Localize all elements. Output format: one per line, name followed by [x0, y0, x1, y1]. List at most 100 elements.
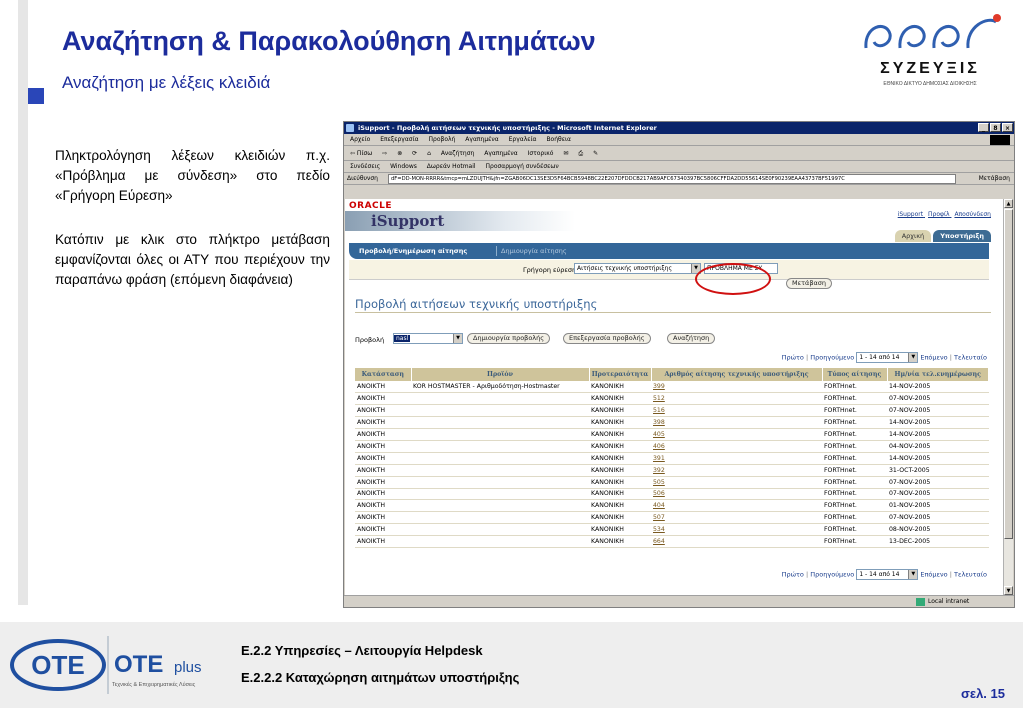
back-button[interactable]: ⇦ Πίσω [350, 150, 372, 157]
pager-next[interactable]: Επόμενο [920, 571, 947, 579]
search-button[interactable]: Αναζήτηση [441, 150, 475, 157]
quick-find-type-select[interactable]: Αιτήσεις τεχνικής υποστήριξης ▼ [574, 263, 701, 274]
cell-request-number[interactable]: 512 [651, 392, 822, 406]
cell-product [411, 535, 589, 548]
table-row: ΑΝΟΙΚΤΗ ΚΑΝΟΝΙΚΗ 392 FORTHnet. 31-OCT-2005 [355, 464, 989, 477]
link-profile[interactable]: Προφίλ [928, 211, 950, 218]
pager-next[interactable]: Επόμενο [920, 354, 947, 362]
cell-last-update: 04-NOV-2005 [887, 440, 989, 453]
tab-support[interactable]: Υποστήριξη [933, 230, 991, 242]
pager-first[interactable]: Πρώτο [782, 571, 804, 579]
scroll-down-arrow-icon[interactable]: ▼ [1004, 586, 1013, 595]
search-view-button[interactable]: Αναζήτηση [667, 333, 716, 344]
link-hotmail[interactable]: Δωρεάν Hotmail [427, 163, 476, 170]
link-isupport[interactable]: iSupport [898, 211, 923, 218]
pager-last[interactable]: Τελευταίο [954, 571, 987, 579]
pager-prev[interactable]: Προηγούμενο [810, 354, 854, 362]
col-last-update[interactable]: Ημ/νία τελ.ενημέρωσης [887, 368, 989, 381]
col-product[interactable]: Προϊόν [411, 368, 590, 381]
pager-first[interactable]: Πρώτο [782, 354, 804, 362]
cell-request-number[interactable]: 507 [651, 511, 822, 525]
edit-view-button[interactable]: Επεξεργασία προβολής [563, 333, 651, 344]
favorites-button[interactable]: Αγαπημένα [484, 150, 517, 157]
minimize-button[interactable]: _ [978, 123, 989, 132]
quick-find-type-value: Αιτήσεις τεχνικής υποστήριξης [577, 265, 673, 272]
cell-request-number[interactable]: 505 [651, 476, 822, 489]
cell-product [411, 428, 589, 441]
address-input[interactable]: dF=DD-MON-RRRR&tmcp=mLZDUJTH&jfn=ZGAB06D… [388, 174, 956, 184]
menu-view[interactable]: Προβολή [429, 136, 456, 143]
col-status[interactable]: Κατάσταση [355, 368, 412, 381]
cell-request-type: FORTHnet. [822, 535, 887, 548]
scroll-thumb[interactable] [1004, 209, 1013, 539]
cell-request-number[interactable]: 664 [651, 535, 822, 548]
cell-request-number[interactable]: 404 [651, 499, 822, 513]
col-request-type[interactable]: Τύπος αίτησης [822, 368, 888, 381]
link-logout[interactable]: Αποσύνδεση [954, 211, 991, 218]
cell-request-number[interactable]: 391 [651, 452, 822, 465]
cell-priority: ΚΑΝΟΝΙΚΗ [589, 535, 651, 548]
cell-status: ΑΝΟΙΚΤΗ [355, 404, 411, 418]
cell-product [411, 416, 589, 430]
menu-tools[interactable]: Εργαλεία [509, 136, 537, 143]
col-request-number[interactable]: Αριθμός αίτησης τεχνικής υποστήριξης [651, 368, 823, 381]
cell-request-number[interactable]: 534 [651, 523, 822, 537]
maximize-button[interactable]: 8 [990, 123, 1001, 132]
vertical-scrollbar[interactable]: ▲ ▼ [1003, 199, 1013, 595]
scroll-up-arrow-icon[interactable]: ▲ [1004, 199, 1013, 208]
browser-window: iSupport - Προβολή αιτήσεων τεχνικής υπο… [343, 121, 1015, 608]
pager-prev[interactable]: Προηγούμενο [810, 571, 854, 579]
create-view-button[interactable]: Δημιουργία προβολής [467, 333, 551, 344]
cell-request-number[interactable]: 398 [651, 416, 822, 430]
pager-range-select[interactable]: 1 - 14 από 14 ▼ [856, 569, 919, 580]
cell-request-number[interactable]: 399 [651, 381, 822, 394]
edit-icon[interactable]: ✎ [593, 150, 598, 157]
menu-favorites[interactable]: Αγαπημένα [465, 136, 498, 143]
syzefxis-logo: ΣΥΖΕΥΞΙΣ ΕΘΝΙΚΟ ΔΙΚΤΥΟ ΔΗΜΟΣΙΑΣ ΔΙΟΙΚΗΣΗ… [856, 8, 1006, 92]
menu-edit[interactable]: Επεξεργασία [380, 136, 418, 143]
forward-button[interactable]: ⇨ [382, 150, 387, 157]
stop-icon[interactable]: ⊗ [397, 150, 402, 157]
quick-find-go-button[interactable]: Μετάβαση [786, 278, 832, 289]
refresh-icon[interactable]: ⟳ [412, 150, 417, 157]
mail-icon[interactable]: ✉ [563, 150, 568, 157]
quick-find-label: Γρήγορη εύρεση [523, 266, 577, 274]
tab-home[interactable]: Αρχική [894, 230, 932, 242]
cell-last-update: 31-OCT-2005 [887, 464, 989, 477]
cell-priority: ΚΑΝΟΝΙΚΗ [589, 499, 651, 513]
cell-request-number[interactable]: 516 [651, 404, 822, 418]
home-icon[interactable]: ⌂ [427, 150, 431, 157]
col-priority[interactable]: Προτεραιότητα [589, 368, 652, 381]
cell-priority: ΚΑΝΟΝΙΚΗ [589, 392, 651, 406]
cell-product [411, 464, 589, 477]
close-button[interactable]: × [1002, 123, 1013, 132]
cell-last-update: 01-NOV-2005 [887, 499, 989, 513]
requests-table: Κατάσταση Προϊόν Προτεραιότητα Αριθμός α… [355, 368, 989, 548]
pager-range-select[interactable]: 1 - 14 από 14 ▼ [856, 352, 919, 363]
cell-product [411, 440, 589, 453]
dropdown-arrow-icon: ▼ [453, 334, 462, 343]
cell-request-number[interactable]: 406 [651, 440, 822, 453]
link-windows[interactable]: Windows [390, 163, 417, 170]
cell-request-number[interactable]: 405 [651, 428, 822, 441]
cell-last-update: 07-NOV-2005 [887, 404, 989, 418]
history-button[interactable]: Ιστορικό [528, 150, 554, 157]
intranet-zone-icon [916, 598, 925, 606]
subtab-create-request[interactable]: Δημιουργία αίτησης [501, 243, 567, 259]
subtab-view-update[interactable]: Προβολή/Ενημέρωση αίτησης [359, 243, 467, 259]
browser-window-title: iSupport - Προβολή αιτήσεων τεχνικής υπο… [358, 124, 657, 132]
address-go-button[interactable]: Μετάβαση [979, 173, 1010, 185]
quick-find-bar: Γρήγορη εύρεση Αιτήσεις τεχνικής υποστήρ… [349, 260, 989, 280]
left-decor-band [18, 0, 28, 605]
pager-last[interactable]: Τελευταίο [954, 354, 987, 362]
cell-status: ΑΝΟΙΚΤΗ [355, 428, 411, 441]
cell-request-number[interactable]: 506 [651, 488, 822, 501]
cell-priority: ΚΑΝΟΝΙΚΗ [589, 428, 651, 441]
menu-file[interactable]: Αρχείο [350, 136, 370, 143]
link-customize[interactable]: Προσαρμογή συνδέσεων [486, 163, 559, 170]
table-row: ΑΝΟΙΚΤΗ ΚΑΝΟΝΙΚΗ 534 FORTHnet. 08-NOV-2005 [355, 523, 989, 537]
menu-help[interactable]: Βοήθεια [546, 136, 571, 143]
view-select[interactable]: nasl ▼ [393, 333, 463, 344]
cell-request-number[interactable]: 392 [651, 464, 822, 477]
print-icon[interactable]: ⎙ [578, 150, 583, 157]
